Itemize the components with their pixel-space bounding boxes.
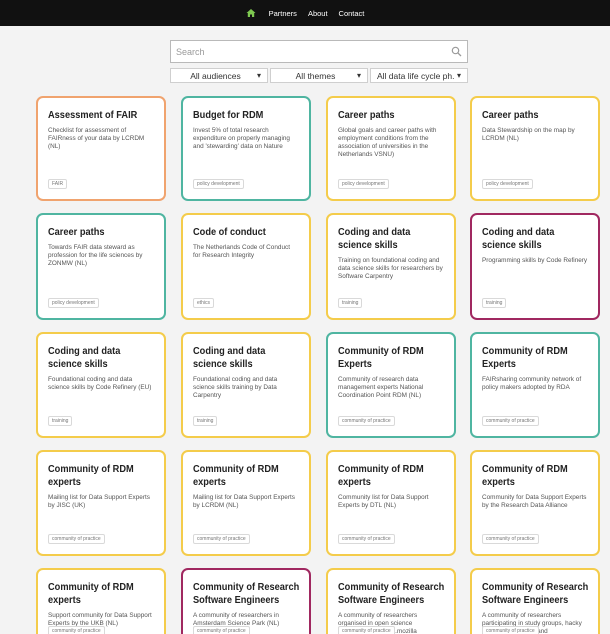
card-tag[interactable]: community of practice — [338, 416, 395, 426]
card-description: Community of research data management ex… — [338, 376, 424, 399]
card-tag[interactable]: community of practice — [193, 626, 250, 634]
top-navigation-bar: Partners About Contact — [0, 0, 610, 26]
card-tag[interactable]: training — [482, 298, 507, 308]
resource-card[interactable]: Career paths Towards FAIR data steward a… — [36, 213, 166, 320]
chevron-down-icon: ▾ — [356, 71, 361, 80]
resource-card[interactable]: Coding and data science skills Programmi… — [470, 213, 600, 320]
card-description: Mailing list for Data Support Experts by… — [193, 494, 295, 509]
card-tag[interactable]: policy development — [193, 179, 244, 189]
chevron-down-icon: ▾ — [256, 71, 261, 80]
home-icon[interactable] — [246, 8, 256, 18]
card-description: Mailing list for Data Support Experts by… — [48, 494, 150, 509]
resource-card[interactable]: Coding and data science skills Foundatio… — [36, 332, 166, 438]
card-description: Invest 5% of total research expenditure … — [193, 127, 290, 150]
themes-filter-label: All themes — [295, 70, 336, 81]
card-description: Towards FAIR data steward as profession … — [48, 244, 143, 267]
card-title: Community of RDM Experts — [482, 345, 568, 370]
themes-filter[interactable]: All themes ▾ — [270, 68, 368, 83]
lifecycle-filter-label: All data life cycle ph... — [377, 70, 454, 81]
nav-link-partners[interactable]: Partners — [269, 9, 297, 18]
card-tag[interactable]: policy development — [48, 298, 99, 308]
card-title: Community of RDM experts — [482, 463, 568, 488]
card-title: Coding and data science skills — [482, 226, 555, 251]
card-description: Checklist for assessment of FAIRness of … — [48, 127, 145, 150]
card-title: Community of RDM experts — [48, 463, 134, 488]
card-tag[interactable]: policy development — [482, 179, 533, 189]
card-title: Code of conduct — [193, 226, 266, 238]
nav-link-contact[interactable]: Contact — [339, 9, 365, 18]
resource-card[interactable]: Coding and data science skills Training … — [326, 213, 456, 320]
card-tag[interactable]: policy development — [338, 179, 389, 189]
card-title: Budget for RDM — [193, 109, 264, 121]
card-description: The Netherlands Code of Conduct for Rese… — [193, 244, 290, 259]
resource-card[interactable]: Community of RDM Experts Community of re… — [326, 332, 456, 438]
chevron-down-icon: ▾ — [456, 71, 461, 80]
card-title: Coding and data science skills — [338, 226, 411, 251]
resource-card[interactable]: Career paths Global goals and career pat… — [326, 96, 456, 201]
card-tag[interactable]: FAIR — [48, 179, 68, 189]
resource-card[interactable]: Community of RDM experts Community for D… — [470, 450, 600, 556]
search-icon[interactable] — [451, 46, 462, 57]
card-tag[interactable]: community of practice — [48, 626, 105, 634]
card-title: Community of Research Software Engineers — [482, 581, 589, 606]
card-title: Community of Research Software Engineers — [338, 581, 445, 606]
resource-card[interactable]: Budget for RDM Invest 5% of total resear… — [181, 96, 311, 201]
resource-card[interactable]: Coding and data science skills Foundatio… — [181, 332, 311, 438]
card-description: Training on foundational coding and data… — [338, 257, 443, 280]
resource-card[interactable]: Career paths Data Stewardship on the map… — [470, 96, 600, 201]
card-tag[interactable]: community of practice — [48, 534, 105, 544]
card-description: Community for Data Support Experts by th… — [482, 494, 587, 509]
resource-card[interactable]: Community of RDM experts Community list … — [326, 450, 456, 556]
card-title: Community of RDM experts — [338, 463, 424, 488]
card-title: Career paths — [48, 226, 105, 238]
card-tag[interactable]: training — [48, 416, 73, 426]
resource-card[interactable]: Community of Research Software Engineers… — [181, 568, 311, 634]
audiences-filter[interactable]: All audiences ▾ — [170, 68, 268, 83]
resource-card[interactable]: Community of RDM experts Support communi… — [36, 568, 166, 634]
card-title: Career paths — [338, 109, 395, 121]
card-tag[interactable]: training — [193, 416, 218, 426]
card-tag[interactable]: community of practice — [338, 534, 395, 544]
lifecycle-filter[interactable]: All data life cycle ph... ▾ — [370, 68, 468, 83]
card-tag[interactable]: community of practice — [482, 534, 539, 544]
resource-card[interactable]: Community of Research Software Engineers… — [326, 568, 456, 634]
card-title: Community of RDM Experts — [338, 345, 424, 370]
audiences-filter-label: All audiences — [190, 70, 241, 81]
resource-card[interactable]: Community of RDM experts Mailing list fo… — [36, 450, 166, 556]
resource-card[interactable]: Assessment of FAIR Checklist for assessm… — [36, 96, 166, 201]
resource-card[interactable]: Community of RDM experts Mailing list fo… — [181, 450, 311, 556]
card-tag[interactable]: ethics — [193, 298, 215, 308]
card-tag[interactable]: community of practice — [482, 416, 539, 426]
resource-card[interactable]: Community of Research Software Engineers… — [470, 568, 600, 634]
card-title: Coding and data science skills — [48, 345, 121, 370]
card-tag[interactable]: community of practice — [482, 626, 539, 634]
search-input[interactable] — [171, 41, 467, 62]
card-title: Career paths — [482, 109, 539, 121]
card-title: Assessment of FAIR — [48, 109, 138, 121]
card-title: Community of RDM experts — [193, 463, 279, 488]
card-description: Foundational coding and data science ski… — [48, 376, 152, 391]
card-description: Data Stewardship on the map by LCRDM (NL… — [482, 127, 575, 142]
card-description: FAIRsharing community network of policy … — [482, 376, 582, 391]
card-description: Programming skills by Code Refinery — [482, 257, 588, 264]
card-tag[interactable]: community of practice — [338, 626, 395, 634]
card-tag[interactable]: community of practice — [193, 534, 250, 544]
resource-card[interactable]: Community of RDM Experts FAIRsharing com… — [470, 332, 600, 438]
search-box — [170, 40, 468, 63]
card-description: Global goals and career paths with emplo… — [338, 127, 437, 158]
card-tag[interactable]: training — [338, 298, 363, 308]
resource-card[interactable]: Code of conduct The Netherlands Code of … — [181, 213, 311, 320]
nav-link-about[interactable]: About — [308, 9, 328, 18]
card-description: Foundational coding and data science ski… — [193, 376, 278, 399]
card-title: Community of Research Software Engineers — [193, 581, 300, 606]
card-title: Community of RDM experts — [48, 581, 134, 606]
card-title: Coding and data science skills — [193, 345, 266, 370]
card-description: Community list for Data Support Experts … — [338, 494, 429, 509]
